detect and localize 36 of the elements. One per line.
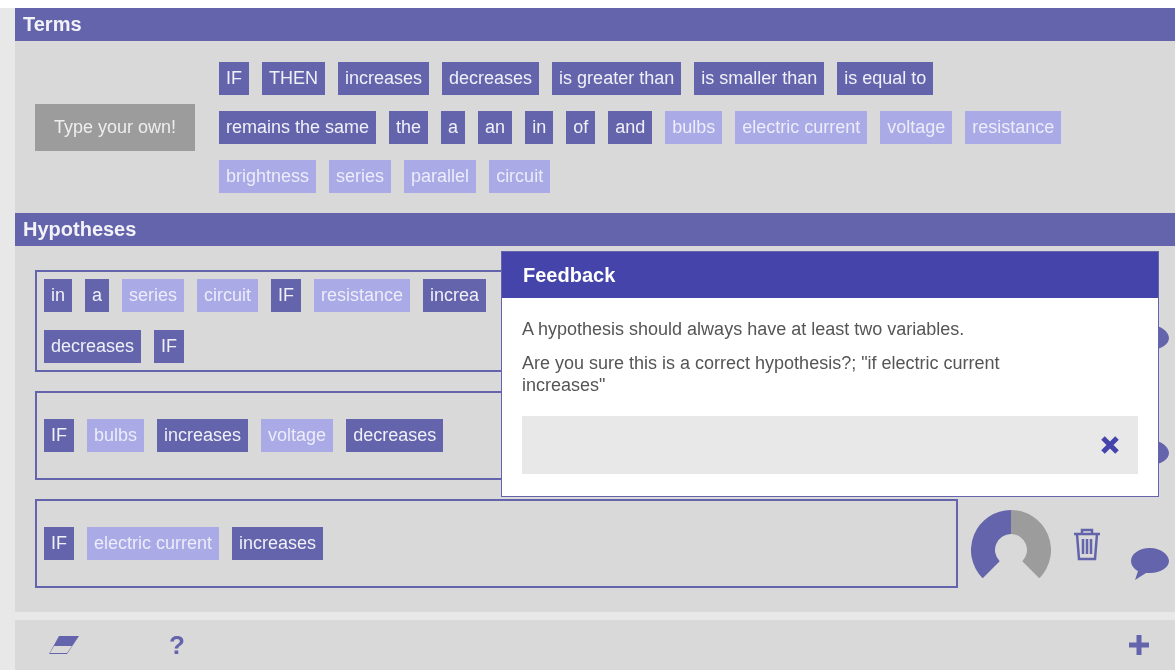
term-tile[interactable]: a	[85, 279, 110, 312]
term-tile[interactable]: increases	[157, 419, 249, 452]
term-tile[interactable]: increa	[423, 279, 487, 312]
term-tile[interactable]: in	[44, 279, 72, 312]
type-own-button[interactable]: Type your own!	[35, 103, 195, 151]
term-tile[interactable]: IF	[44, 419, 74, 452]
term-tile[interactable]: IF	[271, 279, 302, 312]
term-tile[interactable]: increases	[232, 527, 324, 560]
close-icon[interactable]	[1100, 435, 1120, 455]
term-tile[interactable]: increases	[338, 61, 430, 95]
eraser-icon[interactable]	[47, 634, 81, 656]
term-tile[interactable]: IF	[154, 330, 185, 363]
help-button[interactable]: ?	[169, 630, 185, 660]
add-icon[interactable]	[1128, 634, 1150, 656]
term-tile[interactable]: an	[478, 110, 513, 144]
hypothesis-box[interactable]: IF electric current increases	[35, 499, 958, 588]
trash-icon[interactable]	[1072, 526, 1102, 561]
term-tile[interactable]: the	[389, 110, 429, 144]
term-tile[interactable]: decreases	[44, 330, 142, 363]
term-tile[interactable]: IF	[44, 527, 74, 560]
term-tile[interactable]: is greater than	[552, 61, 682, 95]
term-tile[interactable]: decreases	[346, 419, 444, 452]
term-tile[interactable]: and	[608, 110, 653, 144]
term-tile[interactable]: is smaller than	[694, 61, 825, 95]
term-tile[interactable]: decreases	[442, 61, 540, 95]
term-tile[interactable]: remains the same	[219, 110, 377, 144]
term-tile[interactable]: is equal to	[837, 61, 934, 95]
dialog-title: Feedback	[502, 252, 1158, 298]
term-tile[interactable]: in	[525, 110, 554, 144]
term-tile[interactable]: IF	[219, 61, 249, 95]
term-tile[interactable]: THEN	[262, 61, 325, 95]
section-header: Hypotheses	[15, 213, 1175, 246]
section-header: Terms	[15, 8, 1175, 41]
term-tile[interactable]: a	[441, 110, 466, 144]
comment-icon[interactable]	[1130, 545, 1170, 582]
term-tile[interactable]: of	[566, 110, 596, 144]
